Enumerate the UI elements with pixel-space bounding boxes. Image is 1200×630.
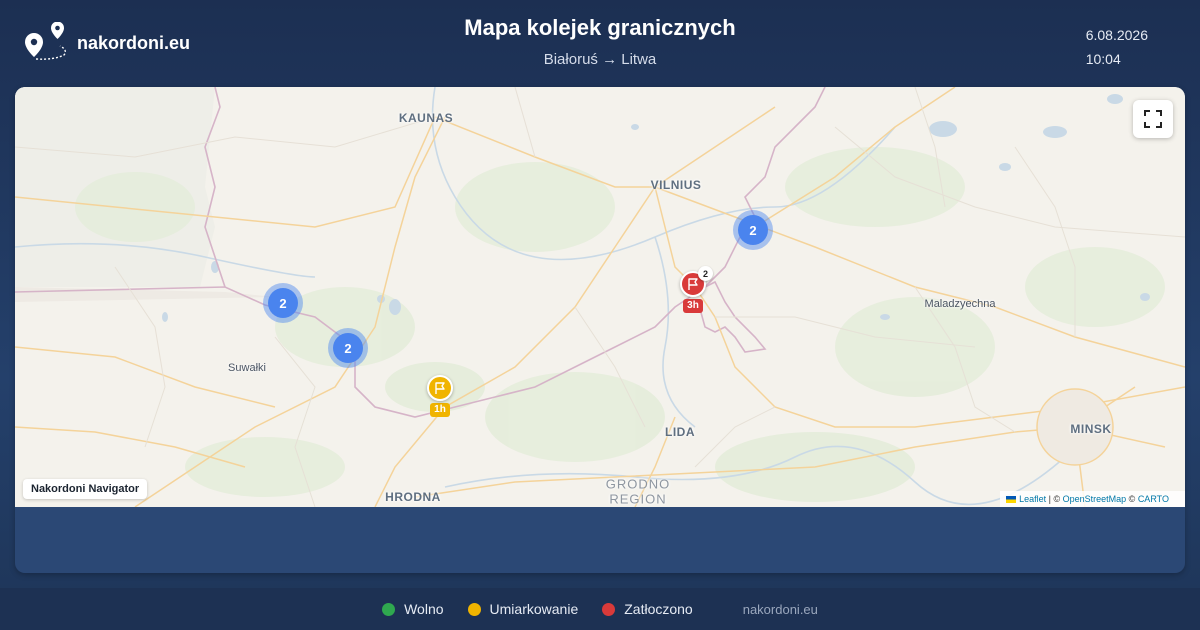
cluster-count: 2 — [268, 288, 298, 318]
cluster-count: 2 — [738, 215, 768, 245]
legend-item-congested: Zatłoczono — [602, 601, 693, 617]
legend-dot — [382, 602, 396, 616]
fullscreen-icon — [1144, 110, 1162, 128]
marker-cluster[interactable]: 2 — [328, 328, 368, 368]
cluster-count: 2 — [333, 333, 363, 363]
wait-time-badge: 1h — [430, 403, 450, 417]
carto-link[interactable]: CARTO — [1138, 494, 1169, 504]
date-text: 6.08.2026 — [1085, 27, 1148, 43]
navigator-label[interactable]: Nakordoni Navigator — [23, 479, 148, 499]
city-label-lida: LIDA — [665, 425, 695, 439]
legend-label: Zatłoczono — [624, 601, 693, 617]
logo[interactable]: nakordoni.eu — [24, 22, 190, 64]
footer-legend: Wolno Umiarkowanie Zatłoczono nakordoni.… — [0, 588, 1200, 630]
crossing-marker-congested[interactable]: 2 3h — [680, 266, 713, 313]
map-pins-logo-icon — [25, 22, 67, 60]
page-title: Mapa kolejek granicznych — [464, 15, 736, 40]
map-basemap — [15, 87, 1185, 507]
route-subtitle: Białoruś → Litwa — [543, 51, 657, 68]
region-label-grodno: GRODNO — [605, 476, 671, 492]
crossing-marker-circle: 2 — [680, 266, 713, 297]
map-attribution: Leaflet | © OpenStreetMap © CARTO — [1000, 491, 1185, 507]
time-text: 10:04 — [1085, 51, 1121, 67]
legend-item-moderate: Umiarkowanie — [467, 601, 579, 617]
header: nakordoni.eu Mapa kolejek granicznych Bi… — [0, 0, 1200, 86]
crossing-marker-circle — [427, 375, 453, 401]
site-name: nakordoni.eu — [77, 32, 191, 53]
fullscreen-button[interactable] — [1133, 100, 1173, 138]
leaflet-link[interactable]: Leaflet — [1019, 494, 1046, 504]
wait-time-badge: 3h — [683, 299, 703, 313]
city-label-minsk: MINSK — [1070, 422, 1112, 436]
crossing-count-badge: 2 — [698, 266, 713, 281]
legend-dot — [467, 602, 481, 616]
attribution-separator: © — [1126, 494, 1138, 504]
city-label-vilnius: VILNIUS — [650, 178, 702, 192]
map-view[interactable]: KAUNAS VILNIUS Maladzyechna Suwałki LIDA… — [15, 87, 1185, 507]
attribution-separator: | © — [1046, 494, 1063, 504]
datetime: 6.08.2026 10:04 — [1086, 23, 1148, 71]
flag-icon — [688, 278, 698, 290]
region-label-region: REGION — [609, 491, 667, 507]
flag-icon — [435, 382, 445, 394]
map-card: KAUNAS VILNIUS Maladzyechna Suwałki LIDA… — [15, 87, 1185, 573]
ukraine-flag-icon — [1006, 495, 1017, 503]
title-block: Mapa kolejek granicznych Białoruś → Litw… — [300, 15, 900, 68]
marker-cluster[interactable]: 2 — [263, 283, 303, 323]
city-label-kaunas: KAUNAS — [398, 111, 454, 125]
openstreetmap-link[interactable]: OpenStreetMap — [1063, 494, 1127, 504]
marker-cluster[interactable]: 2 — [733, 210, 773, 250]
crossing-marker-moderate[interactable]: 1h — [427, 375, 453, 417]
city-label-maladzyechna: Maladzyechna — [924, 298, 996, 310]
legend-label: Wolno — [404, 601, 444, 617]
city-label-suwalki: Suwałki — [228, 362, 266, 374]
legend-label: Umiarkowanie — [489, 601, 579, 617]
legend-dot — [602, 602, 616, 616]
footer-site-name: nakordoni.eu — [742, 601, 818, 617]
city-label-hrodna: HRODNA — [385, 490, 441, 504]
legend-item-free: Wolno — [382, 601, 444, 617]
